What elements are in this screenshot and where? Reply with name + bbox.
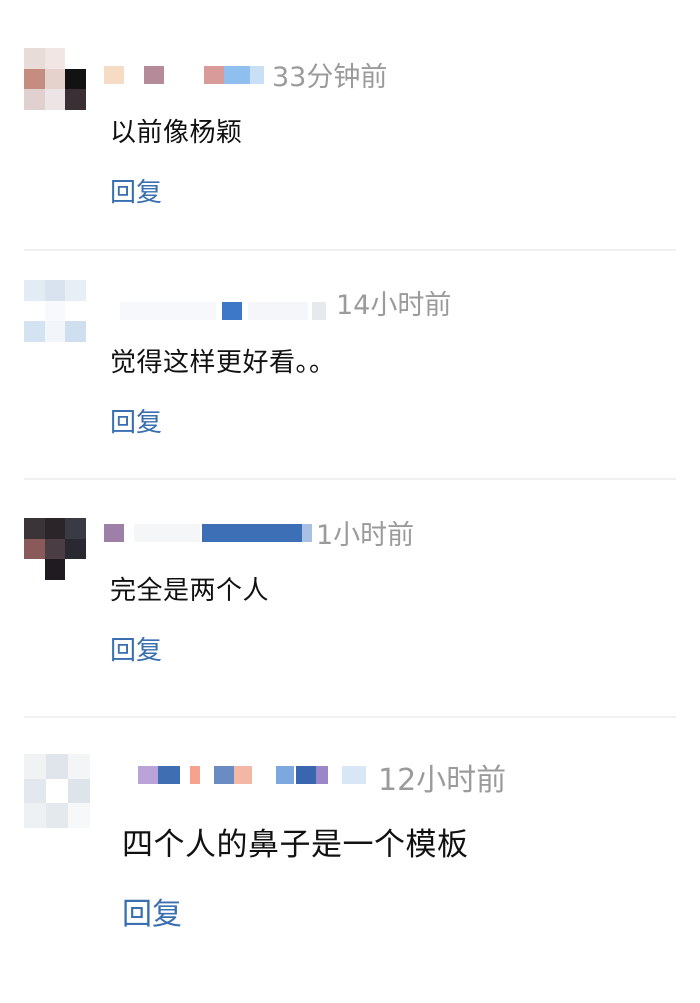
comment-item: 1小时前 完全是两个人 回复: [0, 480, 700, 716]
comment-timestamp: 33分钟前: [272, 62, 388, 93]
comment-text: 四个人的鼻子是一个模板: [122, 827, 469, 863]
comment-text: 以前像杨颖: [110, 118, 243, 148]
comment-timestamp: 12小时前: [378, 763, 507, 798]
username-redacted[interactable]: [104, 66, 264, 86]
reply-button[interactable]: 回复: [110, 180, 162, 206]
avatar[interactable]: [24, 280, 86, 342]
comment-item: 12小时前 四个人的鼻子是一个模板 回复: [0, 718, 700, 1003]
comment-text: 完全是两个人: [110, 576, 270, 606]
comment-text: 觉得这样更好看。。: [110, 348, 336, 378]
comment-item: 33分钟前 以前像杨颖 回复: [0, 0, 700, 250]
username-redacted[interactable]: [104, 524, 318, 544]
avatar[interactable]: [24, 48, 86, 110]
comment-item: 14小时前 觉得这样更好看。。 回复: [0, 250, 700, 478]
reply-button[interactable]: 回复: [122, 900, 182, 930]
username-redacted[interactable]: [120, 302, 330, 322]
comment-timestamp: 1小时前: [316, 520, 415, 551]
username-redacted[interactable]: [130, 766, 370, 786]
avatar[interactable]: [24, 518, 86, 580]
avatar[interactable]: [24, 754, 90, 828]
reply-button[interactable]: 回复: [110, 410, 162, 436]
reply-button[interactable]: 回复: [110, 638, 162, 664]
comment-timestamp: 14小时前: [336, 290, 452, 321]
